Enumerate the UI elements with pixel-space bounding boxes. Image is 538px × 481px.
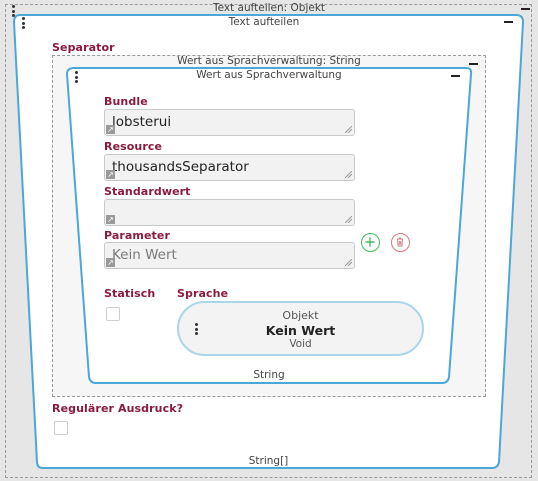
regex-checkbox[interactable]: [54, 421, 68, 435]
resize-grip-icon[interactable]: [345, 216, 352, 223]
language-object-value: Kein Wert: [265, 323, 336, 338]
parameter-field[interactable]: Kein Wert ↗: [104, 242, 355, 269]
language-object-type: Objekt: [282, 309, 319, 322]
regex-label: Regulärer Ausdruck?: [52, 402, 184, 415]
resize-grip-icon[interactable]: [345, 259, 352, 266]
expand-arrow-icon[interactable]: ↗: [106, 125, 115, 134]
default-value-label: Standardwert: [104, 185, 191, 198]
lang-value-title: Wert aus Sprachverwaltung: [196, 69, 342, 81]
trash-icon: [397, 237, 403, 247]
resize-grip-icon[interactable]: [345, 171, 352, 178]
bundle-label: Bundle: [104, 95, 148, 108]
collapse-lang-value-icon[interactable]: [451, 75, 460, 77]
parameter-label: Parameter: [104, 229, 171, 242]
resource-label: Resource: [104, 140, 163, 153]
static-checkbox[interactable]: [106, 307, 120, 321]
expand-arrow-icon[interactable]: ↗: [106, 170, 115, 179]
text-split-footer: String[]: [248, 455, 289, 467]
static-label: Statisch: [104, 287, 156, 300]
resize-grip-icon[interactable]: [345, 126, 352, 133]
bundle-field[interactable]: lobsterui ↗: [104, 109, 355, 136]
language-object-subtype: Void: [289, 338, 312, 350]
expand-arrow-icon[interactable]: ↗: [106, 258, 115, 267]
plus-circle-icon: [365, 237, 375, 247]
lang-value-footer: String: [253, 369, 285, 381]
parameter-placeholder: Kein Wert: [112, 247, 177, 263]
resource-field[interactable]: thousandsSeparator ↗: [104, 154, 355, 181]
expand-arrow-icon[interactable]: ↗: [106, 215, 115, 224]
bundle-value: lobsterui: [112, 114, 172, 130]
drag-handle-icon[interactable]: [75, 71, 78, 85]
language-label: Sprache: [177, 287, 229, 300]
add-parameter-button[interactable]: [361, 233, 380, 252]
language-object-pill[interactable]: Objekt Kein Wert Void: [177, 301, 424, 356]
default-value-field[interactable]: ↗: [104, 199, 355, 226]
delete-parameter-button[interactable]: [391, 233, 410, 252]
resource-value: thousandsSeparator: [112, 159, 249, 175]
